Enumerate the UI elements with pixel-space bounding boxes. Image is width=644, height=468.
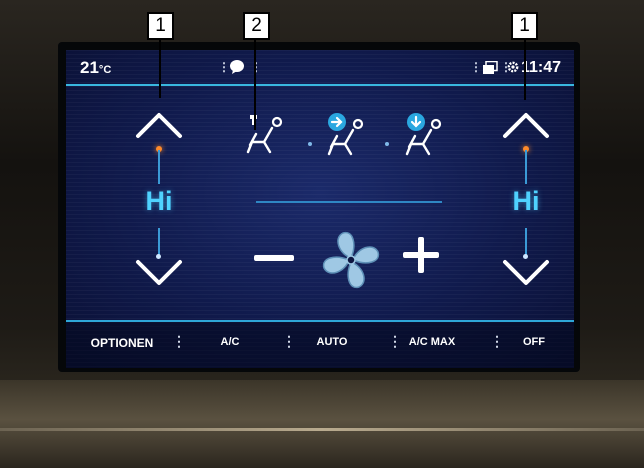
mode-separator [308,142,312,146]
left-temperature-scale [158,150,160,184]
temperature-unit: °C [98,64,112,76]
auto-button[interactable]: AUTO [302,336,362,348]
left-temperature-value: Hi [145,186,173,216]
right-temperature-zone: Hi [496,110,556,310]
fan-decrease-button[interactable] [252,243,296,273]
off-button[interactable]: OFF [506,336,562,348]
callout-leader-line [254,40,256,130]
fan-increase-button[interactable] [401,235,441,275]
climate-screen: 21°C ⋮ ⋮ ⋮ ⋮ 11:47 Hi Hi OPTIONEN ⋮ A/C … [66,50,574,368]
status-bar-divider [66,84,574,86]
callout-leader-line [159,40,161,98]
right-temperature-scale [525,150,527,184]
clock: 11:47 [521,59,562,76]
left-temperature-zone: Hi [129,110,189,310]
air-to-feet-and-face-icon[interactable] [324,112,366,156]
outside-temperature-value: 21 [80,58,99,77]
options-button[interactable]: OPTIONEN [72,336,172,350]
outside-temperature: 21°C [80,58,111,78]
button-separator: ⋮ [282,333,296,349]
window-icon[interactable] [482,61,498,75]
settings-icon[interactable] [506,60,520,74]
callout-leader-line [524,40,526,100]
right-temperature-up-button[interactable] [501,110,551,140]
left-temperature-down-button[interactable] [134,258,184,288]
ac-button[interactable]: A/C [202,336,258,348]
button-separator: ⋮ [172,333,186,349]
callout-label-left: 1 [147,12,174,40]
air-to-feet-icon[interactable] [402,112,444,156]
separator-dots: ⋮ [250,60,262,74]
dashboard-trim [0,380,644,468]
notification-bubble-icon[interactable] [229,59,245,75]
function-bar-divider [66,320,574,322]
air-to-face-icon[interactable] [244,112,286,156]
ac-max-button[interactable]: A/C MAX [397,336,467,348]
fan-icon [322,231,380,289]
status-bar: 21°C ⋮ ⋮ ⋮ ⋮ 11:47 [66,50,574,86]
callout-label-right: 1 [511,12,538,40]
mode-separator [385,142,389,146]
button-separator: ⋮ [490,333,504,349]
mode-divider [256,201,442,203]
separator-dots: ⋮ [470,60,482,74]
left-temperature-up-button[interactable] [134,110,184,140]
right-temperature-down-button[interactable] [501,258,551,288]
dashboard-trim-line [0,428,644,431]
right-temperature-value: Hi [512,186,540,216]
callout-label-middle: 2 [243,12,270,40]
